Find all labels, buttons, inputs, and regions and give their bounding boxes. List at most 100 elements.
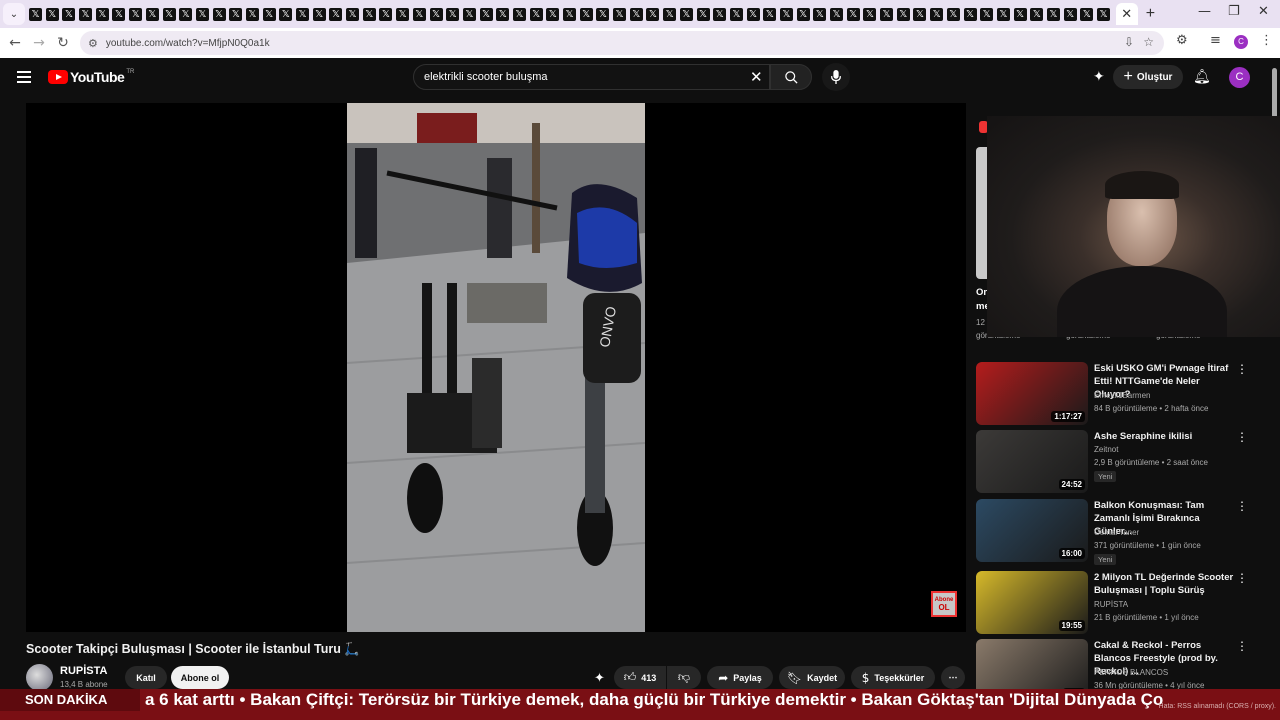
x-tab-icon[interactable]: 𝕏	[479, 7, 493, 21]
x-tab-icon[interactable]: 𝕏	[713, 7, 727, 21]
forward-icon[interactable]: →	[27, 35, 51, 51]
premium-spark-icon[interactable]: ✦	[594, 671, 605, 686]
share-button[interactable]: ➦ Paylaş	[707, 666, 773, 689]
x-tab-icon[interactable]: 𝕏	[262, 7, 276, 21]
tab-search-menu-button[interactable]: ⌄	[3, 3, 25, 25]
x-tab-icon[interactable]: 𝕏	[946, 7, 960, 21]
account-avatar[interactable]: C	[1229, 67, 1250, 88]
x-tab-icon[interactable]: 𝕏	[679, 7, 693, 21]
recommendation-thumbnail[interactable]: 24:52	[976, 430, 1088, 493]
x-tab-icon[interactable]: 𝕏	[329, 7, 343, 21]
more-vertical-icon[interactable]: ⋮	[1236, 639, 1248, 653]
reading-list-icon[interactable]: ≡	[1210, 33, 1221, 48]
x-tab-icon[interactable]: 𝕏	[996, 7, 1010, 21]
x-tab-icon[interactable]: 𝕏	[212, 7, 226, 21]
x-tab-icon[interactable]: 𝕏	[112, 7, 126, 21]
x-tab-icon[interactable]: 𝕏	[746, 7, 760, 21]
x-tab-icon[interactable]: 𝕏	[980, 7, 994, 21]
recommendation-item[interactable]: 24:52 Ashe Seraphine ikilisi Zeitnot 2,9 B …	[976, 430, 1256, 494]
recommendation-channel[interactable]: RUPİSTA	[1094, 600, 1128, 609]
dislike-button[interactable]: 👎︎	[667, 666, 701, 689]
x-tab-icon[interactable]: 𝕏	[462, 7, 476, 21]
x-tab-icon[interactable]: 𝕏	[79, 7, 93, 21]
x-tab-icon[interactable]: 𝕏	[763, 7, 777, 21]
browser-profile-avatar[interactable]: C	[1234, 35, 1248, 49]
more-vertical-icon[interactable]: ⋮	[1236, 571, 1248, 585]
x-tab-icon[interactable]: 𝕏	[346, 7, 360, 21]
back-icon[interactable]: ←	[3, 35, 27, 51]
x-tab-icon[interactable]: 𝕏	[362, 7, 376, 21]
recommendation-item[interactable]: 16:00 Balkon Konuşması: Tam Zamanlı İşimi…	[976, 499, 1256, 565]
x-tab-icon[interactable]: 𝕏	[162, 7, 176, 21]
recommendation-channel[interactable]: Cemal Taner	[1094, 528, 1139, 537]
x-tab-icon[interactable]: 𝕏	[529, 7, 543, 21]
restore-icon[interactable]: ❐	[1228, 4, 1240, 19]
x-tab-icon[interactable]: 𝕏	[145, 7, 159, 21]
x-tab-icon[interactable]: 𝕏	[95, 7, 109, 21]
thanks-button[interactable]: $ Teşekkürler	[851, 666, 935, 689]
voice-search-button[interactable]	[822, 63, 850, 91]
x-tab-icon[interactable]: 𝕏	[496, 7, 510, 21]
recommendation-thumbnail[interactable]: 16:00	[976, 499, 1088, 562]
x-tab-icon[interactable]: 𝕏	[245, 7, 259, 21]
search-button[interactable]	[770, 64, 812, 90]
install-app-icon[interactable]: ⇩	[1124, 35, 1134, 49]
x-tab-icon[interactable]: 𝕏	[830, 7, 843, 21]
page-scrollbar[interactable]	[1272, 68, 1277, 118]
active-tab-close-icon[interactable]: ✕	[1115, 3, 1138, 25]
x-tab-icon[interactable]: 𝕏	[846, 7, 860, 21]
x-tab-icon[interactable]: 𝕏	[579, 7, 593, 21]
subscribe-button[interactable]: Abone ol	[171, 666, 229, 689]
channel-avatar[interactable]	[26, 664, 53, 691]
join-button[interactable]: Katıl	[125, 666, 167, 689]
x-tab-icon[interactable]: 𝕏	[779, 7, 793, 21]
recommendation-item[interactable]: 1:17:27 Eski USKO GM'i Pwnage İtiraf Etti…	[976, 362, 1256, 426]
x-tab-icon[interactable]: 𝕏	[729, 7, 743, 21]
x-tab-icon[interactable]: 𝕏	[546, 7, 560, 21]
browser-menu-icon[interactable]: ⋮	[1260, 33, 1273, 48]
x-tab-icon[interactable]: 𝕏	[412, 7, 426, 21]
x-tab-icon[interactable]: 𝕏	[913, 7, 927, 21]
more-vertical-icon[interactable]: ⋮	[1236, 362, 1248, 376]
window-close-icon[interactable]: ✕	[1258, 4, 1269, 19]
x-tab-icon[interactable]: 𝕏	[613, 7, 627, 21]
x-tab-icon[interactable]: 𝕏	[45, 7, 59, 21]
more-vertical-icon[interactable]: ⋮	[1236, 499, 1248, 513]
x-tab-icon[interactable]: 𝕏	[1030, 7, 1044, 21]
x-tab-icon[interactable]: 𝕏	[880, 7, 894, 21]
recommendation-title[interactable]: Ashe Seraphine ikilisi	[1094, 430, 1234, 443]
reload-icon[interactable]: ↻	[51, 35, 75, 51]
x-tab-icon[interactable]: 𝕏	[29, 7, 42, 21]
x-tab-icon[interactable]: 𝕏	[963, 7, 977, 21]
clear-search-icon[interactable]: ✕	[750, 68, 763, 86]
recommendation-title[interactable]: 2 Milyon TL Değerinde Scooter Buluşması …	[1094, 571, 1234, 597]
x-tab-icon[interactable]: 𝕏	[312, 7, 326, 21]
x-tab-icon[interactable]: 𝕏	[813, 7, 827, 21]
recommendation-channel[interactable]: Zeitnot	[1094, 445, 1118, 454]
x-tab-icon[interactable]: 𝕏	[563, 7, 576, 21]
notifications-bell-icon[interactable]: 🔔︎	[1193, 69, 1211, 85]
x-tab-icon[interactable]: 𝕏	[1097, 7, 1110, 21]
more-vertical-icon[interactable]: ⋮	[1236, 430, 1248, 444]
recommendation-item[interactable]: 19:55 2 Milyon TL Değerinde Scooter Buluş…	[976, 571, 1256, 635]
more-actions-button[interactable]: ⋯	[941, 666, 965, 689]
bookmark-star-icon[interactable]: ☆	[1143, 35, 1154, 49]
recommendation-channel[interactable]: PERROS BLANCOS	[1094, 668, 1168, 677]
x-tab-icon[interactable]: 𝕏	[646, 7, 660, 21]
x-tab-icon[interactable]: 𝕏	[296, 7, 309, 21]
x-tab-icon[interactable]: 𝕏	[663, 7, 677, 21]
x-tab-icon[interactable]: 𝕏	[696, 7, 710, 21]
create-button[interactable]: + Oluştur	[1113, 65, 1183, 89]
x-tab-icon[interactable]: 𝕏	[396, 7, 410, 21]
recommendation-thumbnail[interactable]: 1:17:27	[976, 362, 1088, 425]
site-info-icon[interactable]: ⚙	[88, 37, 98, 50]
subscribe-watermark[interactable]: Abone OL	[931, 591, 957, 617]
x-tab-icon[interactable]: 𝕏	[930, 7, 944, 21]
x-tab-icon[interactable]: 𝕏	[429, 7, 443, 21]
premium-icon[interactable]: ✦	[1093, 69, 1105, 85]
x-tab-icon[interactable]: 𝕏	[596, 7, 610, 21]
x-tab-icon[interactable]: 𝕏	[229, 7, 243, 21]
x-tab-icon[interactable]: 𝕏	[62, 7, 76, 21]
recommendation-channel[interactable]: Emekli1Barmen	[1094, 391, 1150, 400]
address-bar[interactable]: ⚙ youtube.com/watch?v=MfjpN0Q0a1k ☆ ⇩	[80, 31, 1164, 55]
